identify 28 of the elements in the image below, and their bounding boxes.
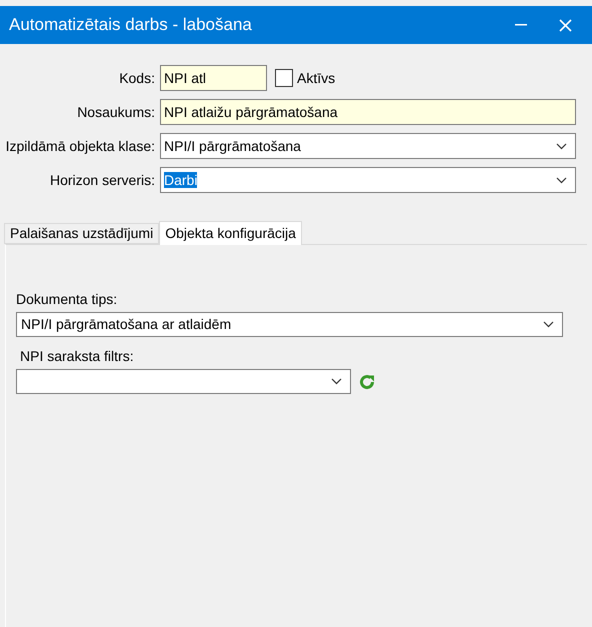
minimize-icon: [515, 24, 527, 26]
window-title: Automatizētais darbs - labošana: [9, 14, 253, 36]
field-label: Dokumenta tips:: [16, 290, 118, 309]
checkbox-label: Aktīvs: [297, 68, 336, 88]
tab[interactable]: Palaišanas uzstādījumi: [4, 223, 160, 244]
field-label: Izpildāmā objekta klase:: [4, 136, 156, 156]
field-value: NPI atlaižu pārgrāmatošana: [164, 102, 339, 122]
dropdown[interactable]: NPI/I pārgrāmatošana: [160, 133, 576, 159]
chevron-down-icon: [556, 176, 567, 184]
field-label: Kods:: [118, 68, 156, 88]
text-field[interactable]: NPI atlaižu pārgrāmatošana: [160, 99, 576, 125]
dropdown[interactable]: NPI/I pārgrāmatošana ar atlaidēm: [16, 312, 563, 337]
tab[interactable]: Objekta konfigurācija: [159, 221, 302, 245]
close-icon: [558, 18, 572, 32]
field-label: Horizon serveris:: [48, 170, 156, 190]
field-label: Nosaukums:: [76, 102, 156, 122]
dropdown[interactable]: Darbi: [160, 167, 576, 193]
field-label: NPI saraksta filtrs:: [19, 347, 135, 366]
field-value: Darbi: [164, 170, 198, 190]
field-value: NPI/I pārgrāmatošana: [164, 136, 302, 156]
checkbox[interactable]: [275, 69, 293, 87]
field-value: NPI/I pārgrāmatošana ar atlaidēm: [21, 315, 232, 334]
dropdown[interactable]: [16, 369, 351, 394]
chevron-down-icon: [331, 378, 342, 385]
refresh-icon: [358, 372, 376, 390]
chevron-down-icon: [556, 142, 567, 150]
code-field[interactable]: NPI atl: [160, 65, 267, 91]
chevron-down-icon: [543, 321, 554, 328]
